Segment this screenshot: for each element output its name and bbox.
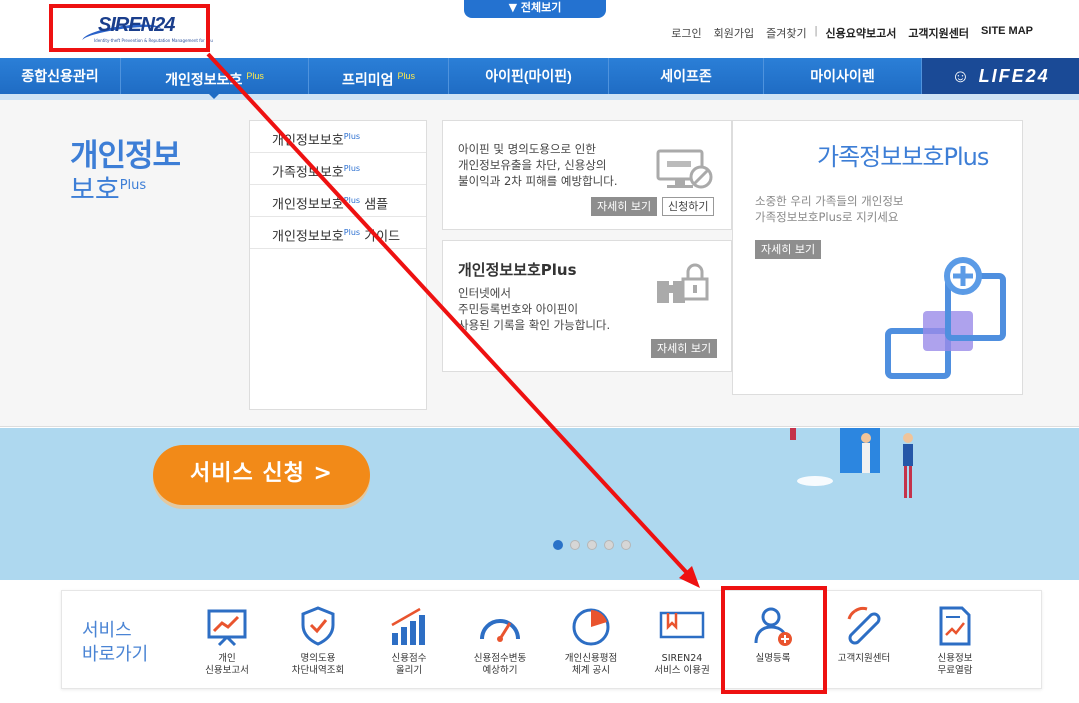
quick-link-credit-report[interactable]: 개인 신용보고서 xyxy=(182,605,272,677)
carousel-dot[interactable] xyxy=(604,540,614,550)
quick-link-label: 신용점수 올리기 xyxy=(391,653,427,676)
gauge-icon xyxy=(480,619,520,642)
nav-item-safezone[interactable]: 세이프존 xyxy=(609,58,764,94)
carousel-dot[interactable] xyxy=(553,540,563,550)
submenu-item-family-plus[interactable]: 가족정보보호Plus xyxy=(250,153,426,185)
privacy-plus-card: 개인정보보호Plus 인터넷에서 주민등록번호와 아이핀이 사용된 기록을 확인… xyxy=(442,240,732,372)
highlight-realname-box xyxy=(721,586,827,694)
life24-link[interactable]: ☺ LIFE24 xyxy=(922,58,1079,94)
family-plus-icon xyxy=(885,257,1006,379)
pie-chart-icon xyxy=(572,608,610,646)
main-nav: 종합신용관리 개인정보보호 Plus 프리미엄 Plus 아이핀(마이핀) 세이… xyxy=(0,58,1079,94)
card3-detail-button[interactable]: 자세히 보기 xyxy=(755,240,822,259)
quick-link-label: 고객지원센터 xyxy=(837,653,891,664)
quick-link-raise-score[interactable]: 신용점수 올리기 xyxy=(364,605,454,677)
carousel-dot[interactable] xyxy=(587,540,597,550)
quick-link-label: 신용점수변동 예상하기 xyxy=(473,653,527,676)
submenu: 개인정보보호Plus 가족정보보호Plus 개인정보보호Plus 샘플 개인정보… xyxy=(249,120,427,410)
quick-link-rating-disclosure[interactable]: 개인신용평점 체계 공시 xyxy=(546,605,636,677)
chart-board-icon xyxy=(207,609,247,647)
service-apply-button[interactable]: 서비스 신청 > xyxy=(153,445,370,505)
submenu-item-guide[interactable]: 개인정보보호Plus 가이드 xyxy=(250,217,426,249)
login-link[interactable]: 로그인 xyxy=(665,25,707,41)
phone-icon xyxy=(847,606,881,645)
submenu-item-sample[interactable]: 개인정보보호Plus 샘플 xyxy=(250,185,426,217)
utility-links: 로그인 회원가입 즐겨찾기 | 신용요약보고서 고객지원센터 SITE MAP xyxy=(665,25,1039,41)
quick-link-label: 개인신용평점 체계 공시 xyxy=(564,653,618,676)
page: SIREN24 Identity-theft Prevention & Repu… xyxy=(0,0,1079,703)
card1-text: 아이핀 및 명의도용으로 인한 개인정보유출을 차단, 신용상의 불이익과 2차… xyxy=(458,142,618,188)
hero-banner: 서비스 신청 > xyxy=(0,428,1079,580)
credit-report-link[interactable]: 신용요약보고서 xyxy=(819,25,902,41)
quick-link-service-ticket[interactable]: SIREN24 서비스 이용권 xyxy=(637,605,727,677)
card3-text: 소중한 우리 가족들의 개인정보 가족정보보호Plus로 지키세요 xyxy=(755,194,904,224)
nav-item-premium[interactable]: 프리미엄 Plus xyxy=(309,58,449,94)
banner-illustration xyxy=(790,428,913,498)
nav-item-mysiren[interactable]: 마이사이렌 xyxy=(764,58,922,94)
nav-item-ipin[interactable]: 아이핀(마이핀) xyxy=(449,58,609,94)
monitor-block-icon xyxy=(656,149,713,189)
card2-detail-button[interactable]: 자세히 보기 xyxy=(651,339,718,358)
quick-link-label: SIREN24 서비스 이용권 xyxy=(654,653,710,676)
carousel-dot[interactable] xyxy=(570,540,580,550)
quick-link-label: 신용정보 무료열람 xyxy=(937,653,973,676)
quick-link-support[interactable]: 고객지원센터 xyxy=(819,605,909,665)
quick-links-title: 서비스 바로가기 xyxy=(82,620,149,665)
card1-detail-button[interactable]: 자세히 보기 xyxy=(591,197,658,216)
signup-link[interactable]: 회원가입 xyxy=(708,25,760,41)
mega-menu-panel: 개인정보 보호Plus 개인정보보호Plus 가족정보보호Plus 개인정보보호… xyxy=(0,100,1079,427)
ipin-block-card: 아이핀 및 명의도용으로 인한 개인정보유출을 차단, 신용상의 불이익과 2차… xyxy=(442,120,732,230)
highlight-logo-box xyxy=(49,4,210,52)
nav-item-credit-management[interactable]: 종합신용관리 xyxy=(0,58,121,94)
quick-link-free-credit-info[interactable]: 신용정보 무료열람 xyxy=(910,605,1000,677)
quick-link-label: 개인 신용보고서 xyxy=(205,653,249,676)
shield-check-icon xyxy=(301,606,335,646)
family-plus-card: 가족정보보호Plus 소중한 우리 가족들의 개인정보 가족정보보호Plus로 … xyxy=(732,120,1023,395)
card1-apply-button[interactable]: 신청하기 xyxy=(662,197,715,216)
nav-item-privacy-plus[interactable]: 개인정보보호 Plus xyxy=(121,58,309,94)
support-center-link[interactable]: 고객지원센터 xyxy=(902,25,975,41)
active-nav-caret xyxy=(207,92,221,99)
all-view-button[interactable]: ▼ 전체보기 xyxy=(464,0,606,18)
card2-text: 인터넷에서 주민등록번호와 아이핀이 사용된 기록을 확인 가능합니다. xyxy=(458,286,611,332)
divider: | xyxy=(814,25,818,37)
card2-title: 개인정보보호Plus xyxy=(458,261,577,279)
lock-binoculars-icon xyxy=(657,263,709,303)
quick-link-identity-theft[interactable]: 명의도용 차단내역조회 xyxy=(273,605,363,677)
favorites-link[interactable]: 즐겨찾기 xyxy=(760,25,812,41)
quick-link-label: 명의도용 차단내역조회 xyxy=(291,653,345,676)
carousel-dot[interactable] xyxy=(621,540,631,550)
document-chart-icon xyxy=(939,606,971,646)
bar-growth-icon xyxy=(391,607,425,645)
quick-links-panel: 서비스 바로가기 개인 신용보고서 명의도용 차단내역조회 신용점수 올리기 신… xyxy=(61,590,1042,689)
carousel-dots xyxy=(553,540,631,550)
sitemap-link[interactable]: SITE MAP xyxy=(975,25,1039,41)
panel-subtitle: 보호Plus xyxy=(70,175,147,206)
quick-link-score-forecast[interactable]: 신용점수변동 예상하기 xyxy=(455,605,545,677)
card3-title: 가족정보보호Plus xyxy=(817,143,989,171)
submenu-item-privacy-plus[interactable]: 개인정보보호Plus xyxy=(250,121,426,153)
ticket-icon xyxy=(659,611,705,639)
